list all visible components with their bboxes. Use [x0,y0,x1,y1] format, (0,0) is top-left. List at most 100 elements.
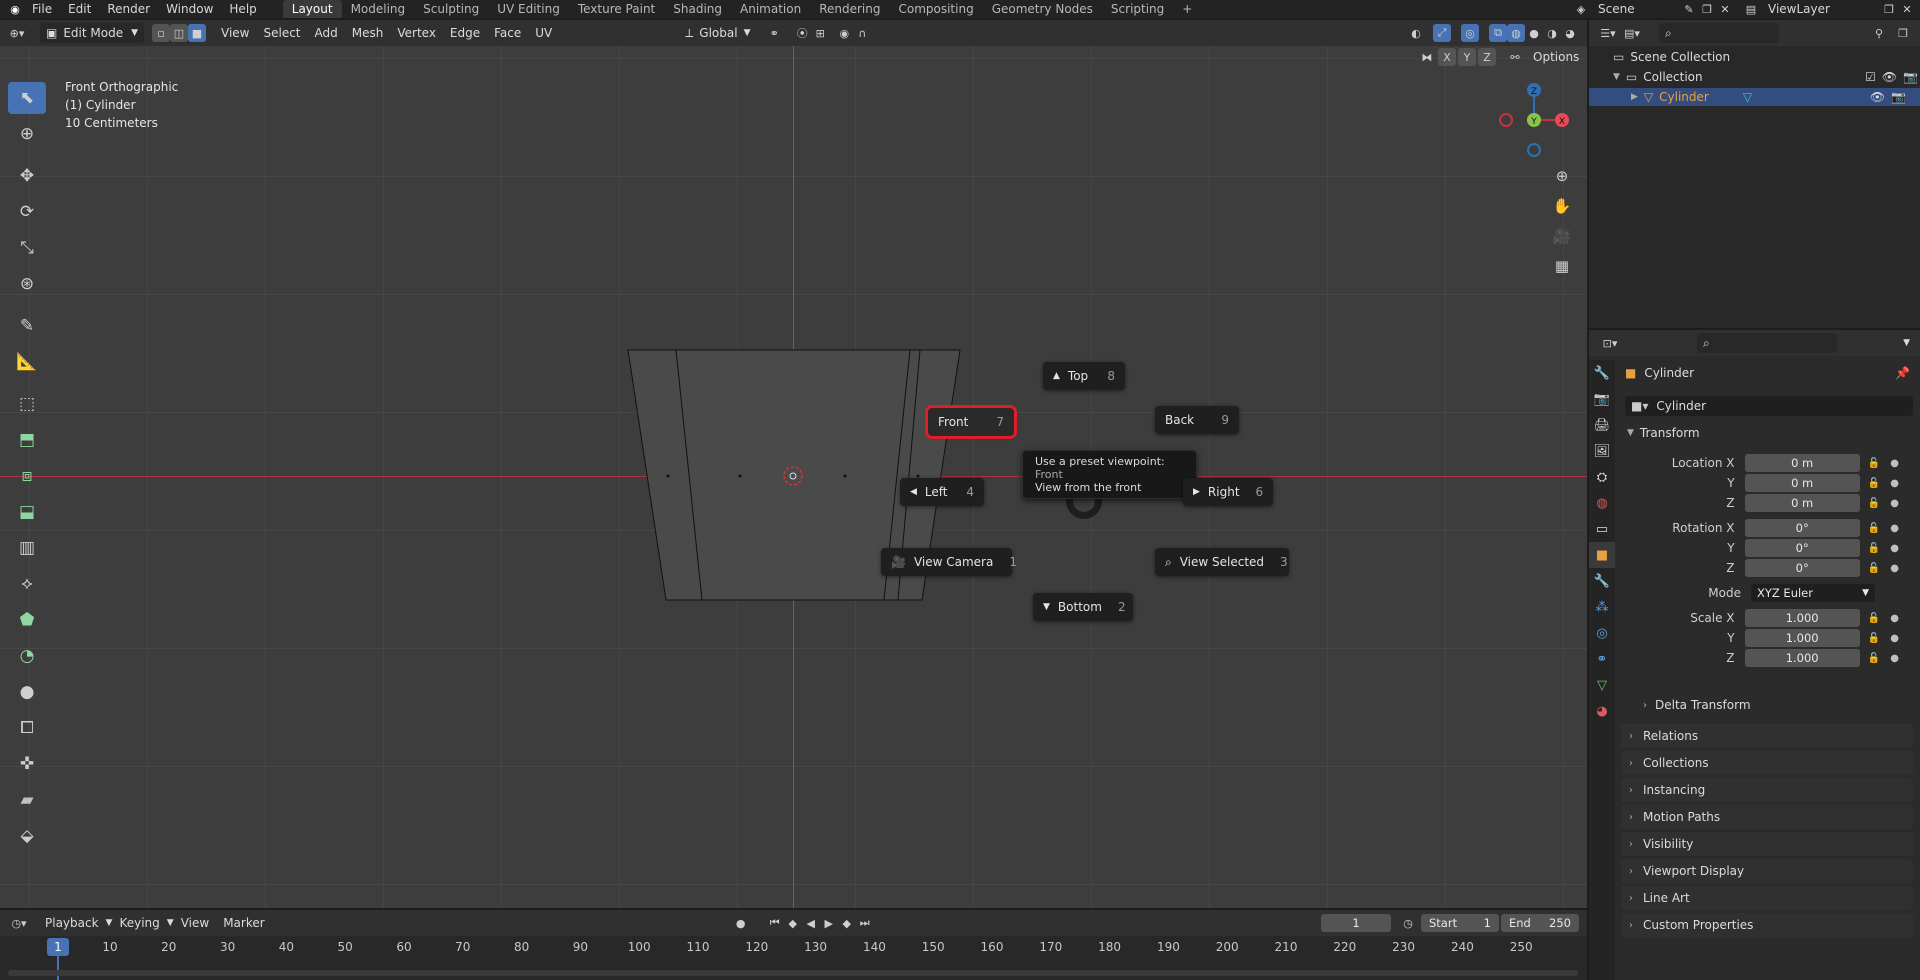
playhead[interactable]: 1 [47,938,69,956]
options-dropdown[interactable]: Options [1526,48,1586,66]
new-layer-icon[interactable]: ❐ [1880,0,1898,18]
pin-icon[interactable]: 📌 [1895,366,1910,380]
lock-icon[interactable]: 🔓 [1868,653,1880,664]
tab-layout[interactable]: Layout [282,0,342,18]
knife-tool[interactable]: ⟡ [8,568,46,600]
grid-toggle-icon[interactable]: ▦ [1550,254,1574,278]
modifier-tab-icon[interactable]: 🔧 [1589,568,1615,594]
loop-cut-tool[interactable]: ▥ [8,532,46,564]
cursor-tool[interactable]: ⊕ [8,118,46,150]
close-layer-icon[interactable]: ✕ [1898,0,1916,18]
camera-icon[interactable]: 📷 [1891,90,1906,104]
blender-logo-icon[interactable]: ◉ [6,0,24,18]
panel-collections[interactable]: › Collections [1621,751,1913,775]
object-tab-icon[interactable]: ■ [1589,542,1615,568]
outliner-row-cylinder[interactable]: ▶ ▽ Cylinder ▽ 👁 📷 [1589,88,1920,106]
constraints-tab-icon[interactable]: ⚭ [1589,646,1615,672]
outliner-search-input[interactable]: ⌕ [1659,23,1779,43]
timeline-scrollbar[interactable] [8,970,1578,976]
camera-icon[interactable]: 🎥 [1550,224,1574,248]
proportional-edit-icon[interactable]: ◉ [835,24,853,42]
pie-left-button[interactable]: ◀ Left 4 [900,478,984,506]
scale-y-field[interactable]: 1.000 [1744,629,1860,647]
mirror-icon[interactable]: ⧓ [1418,48,1436,66]
next-keyframe-icon[interactable]: ◆ [838,914,856,932]
menu-window[interactable]: Window [158,0,221,18]
pie-top-button[interactable]: ▲ Top 8 [1043,362,1125,390]
menu-face[interactable]: Face [487,20,528,46]
falloff-icon[interactable]: ∩ [853,24,871,42]
scale-tool[interactable]: ⤡ [8,232,46,264]
shear-tool[interactable]: ▰ [8,784,46,816]
checkbox-icon[interactable]: ☑ [1865,70,1876,84]
scene-name[interactable]: Scene [1590,0,1680,18]
menu-mesh[interactable]: Mesh [345,20,391,46]
pie-back-button[interactable]: Back 9 [1155,406,1239,434]
outliner-row-collection[interactable]: ▼ ▭ Collection ☑ 👁 📷 [1613,68,1918,86]
tab-compositing[interactable]: Compositing [889,0,982,18]
wireframe-shading-icon[interactable]: ◍ [1507,24,1525,42]
keyframe-dot-icon[interactable]: ● [1890,478,1899,489]
collection-tab-icon[interactable]: ▭ [1589,516,1615,542]
visibility-icon[interactable]: ◐ [1407,24,1425,42]
tab-rendering[interactable]: Rendering [810,0,889,18]
move-tool[interactable]: ✥ [8,160,46,192]
panel-instancing[interactable]: › Instancing [1621,778,1913,802]
view-layer-name[interactable]: ViewLayer [1760,0,1880,18]
keyframe-dot-icon[interactable]: ● [1890,458,1899,469]
editor-type-icon[interactable]: ⊡▾ [1601,334,1619,352]
add-workspace-icon[interactable]: + [1173,0,1201,18]
menu-timeline-view[interactable]: View [174,910,216,936]
zoom-icon[interactable]: ⊕ [1550,164,1574,188]
rotation-y-field[interactable]: 0° [1744,539,1860,557]
tab-scripting[interactable]: Scripting [1102,0,1173,18]
keyframe-dot-icon[interactable]: ● [1890,523,1899,534]
expand-icon[interactable]: ▼ [1613,72,1620,82]
scene-tab-icon[interactable]: ⛭ [1589,464,1615,490]
menu-file[interactable]: File [24,0,60,18]
tab-modeling[interactable]: Modeling [342,0,415,18]
jump-start-icon[interactable]: ⏮ [766,914,784,932]
lock-icon[interactable]: 🔓 [1868,563,1880,574]
edge-select-icon[interactable]: ◫ [170,24,188,42]
edge-slide-tool[interactable]: ⧠ [8,712,46,744]
chevron-down-icon[interactable]: ▼ [1903,338,1910,348]
pie-bottom-button[interactable]: ▼ Bottom 2 [1033,593,1133,621]
editor-type-icon[interactable]: ⊕▾ [8,24,26,42]
world-tab-icon[interactable]: ◍ [1589,490,1615,516]
select-box-tool[interactable]: ⬉ [8,82,46,114]
overlay-icon[interactable]: ◎ [1461,24,1479,42]
expand-icon[interactable]: ▶ [1631,92,1638,102]
tab-geometry-nodes[interactable]: Geometry Nodes [983,0,1102,18]
keyframe-dot-icon[interactable]: ● [1890,613,1899,624]
tab-sculpting[interactable]: Sculpting [414,0,488,18]
prev-keyframe-icon[interactable]: ◆ [784,914,802,932]
extrude-tool[interactable]: ⬒ [8,424,46,456]
menu-add[interactable]: Add [308,20,345,46]
menu-uv[interactable]: UV [528,20,559,46]
properties-search-input[interactable]: ⌕ [1697,333,1837,353]
keyframe-dot-icon[interactable]: ● [1890,653,1899,664]
menu-marker[interactable]: Marker [216,910,271,936]
output-tab-icon[interactable]: 🖨 [1589,412,1615,438]
lock-icon[interactable]: 🔓 [1868,523,1880,534]
tab-texture-paint[interactable]: Texture Paint [569,0,664,18]
axis-x-toggle[interactable]: X [1438,48,1456,66]
auto-merge-icon[interactable]: ⚯ [1506,48,1524,66]
solid-shading-icon[interactable]: ● [1525,24,1543,42]
data-tab-icon[interactable]: ▽ [1589,672,1615,698]
pie-view-camera-button[interactable]: 🎥 View Camera 1 [881,548,1017,576]
panel-viewport-display[interactable]: › Viewport Display [1621,859,1913,883]
panel-line-art[interactable]: › Line Art [1621,886,1913,910]
menu-edit[interactable]: Edit [60,0,99,18]
keyframe-dot-icon[interactable]: ● [1890,543,1899,554]
material-tab-icon[interactable]: ◕ [1589,698,1615,724]
tab-shading[interactable]: Shading [664,0,731,18]
pie-front-button[interactable]: Front 7 [925,405,1017,439]
panel-custom-properties[interactable]: › Custom Properties [1621,913,1913,937]
start-frame-field[interactable]: Start 1 [1421,914,1499,932]
lock-icon[interactable]: 🔓 [1868,498,1880,509]
editor-type-icon[interactable]: ☰▾ [1599,24,1617,42]
transform-orientation-dropdown[interactable]: ⟂ Global ▼ [679,23,755,43]
tab-uv-editing[interactable]: UV Editing [488,0,569,18]
